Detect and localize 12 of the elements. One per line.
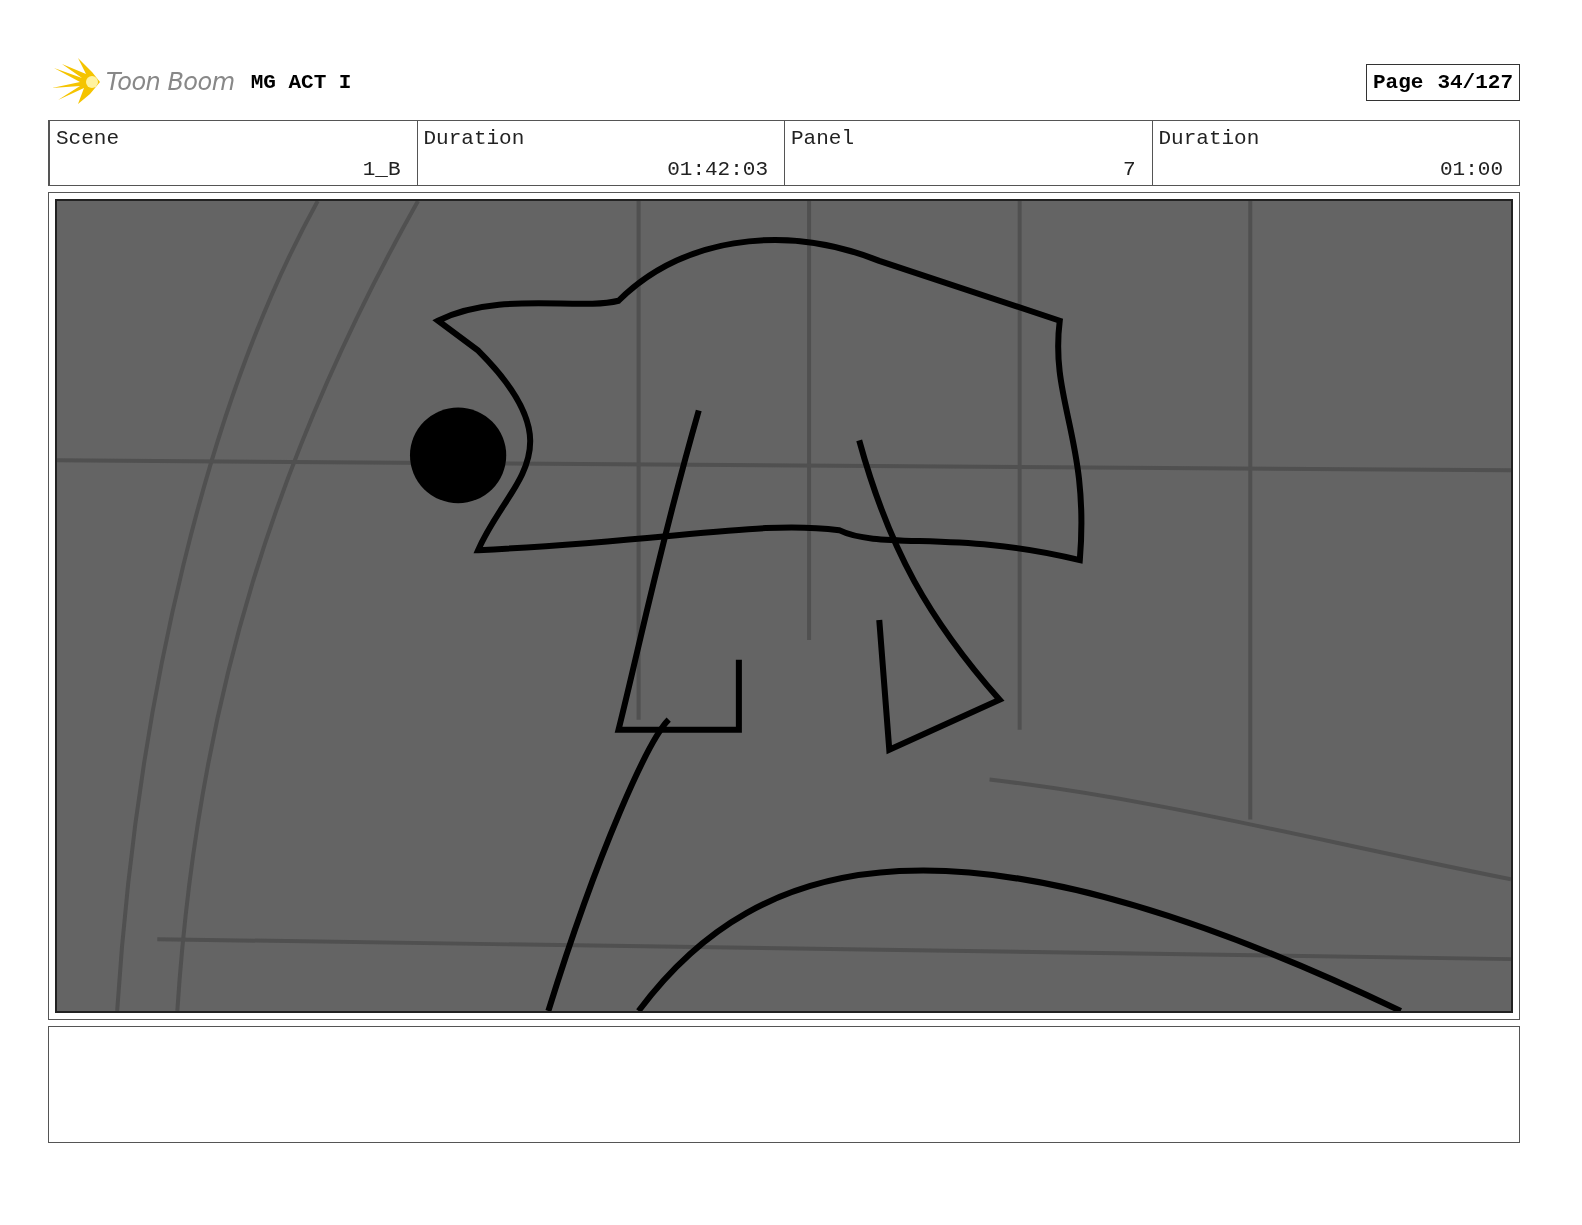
info-value: 01:00 [1440,158,1503,181]
starburst-logo-icon [52,58,102,106]
info-label: Duration [1158,127,1261,150]
logo-text: Toon Boom [106,68,235,96]
info-label: Duration [423,127,526,150]
info-label: Panel [791,127,855,150]
page-counter: Page 34/127 [1365,63,1520,101]
info-value: 1_B [362,158,401,181]
project-title: MG ACT I [250,70,352,94]
info-value: 7 [1122,158,1136,181]
info-label: Scene [56,127,120,150]
info-value: 01:42:03 [667,158,768,181]
